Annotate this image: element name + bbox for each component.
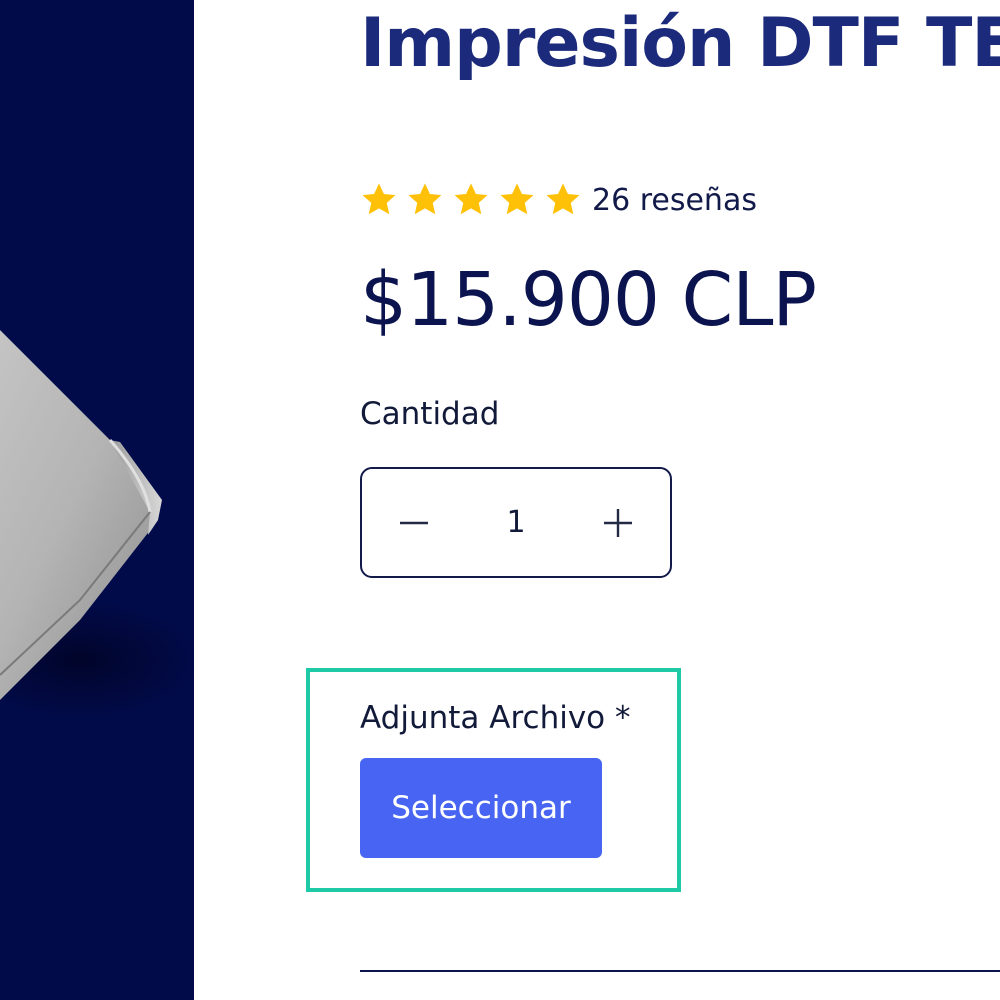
reviews-link[interactable]: 26 reseñas bbox=[592, 183, 757, 218]
attachment-label: Adjunta Archivo * bbox=[360, 700, 631, 736]
star-icon bbox=[500, 183, 534, 215]
quantity-label: Cantidad bbox=[360, 396, 500, 432]
star-icon bbox=[454, 183, 488, 215]
minus-icon bbox=[400, 521, 428, 524]
star-icon bbox=[362, 183, 396, 215]
quantity-stepper: 1 bbox=[360, 467, 672, 578]
quantity-input[interactable]: 1 bbox=[466, 505, 566, 540]
select-file-button[interactable]: Seleccionar bbox=[360, 758, 602, 858]
decrement-button[interactable] bbox=[362, 469, 466, 576]
plus-icon bbox=[604, 508, 632, 537]
section-divider bbox=[360, 970, 1000, 972]
product-price: $15.900 CLP bbox=[360, 257, 817, 343]
product-rating[interactable]: 26 reseñas bbox=[360, 178, 757, 222]
vinyl-roll-illustration bbox=[0, 330, 194, 720]
star-icon bbox=[546, 183, 580, 215]
product-page: Impresión DTF TE 26 reseñas $15.900 CLP … bbox=[0, 0, 1000, 1000]
product-image bbox=[0, 0, 194, 1000]
increment-button[interactable] bbox=[566, 469, 670, 576]
star-icon bbox=[408, 183, 442, 215]
star-rating bbox=[360, 181, 592, 219]
product-title: Impresión DTF TE bbox=[360, 4, 1000, 83]
